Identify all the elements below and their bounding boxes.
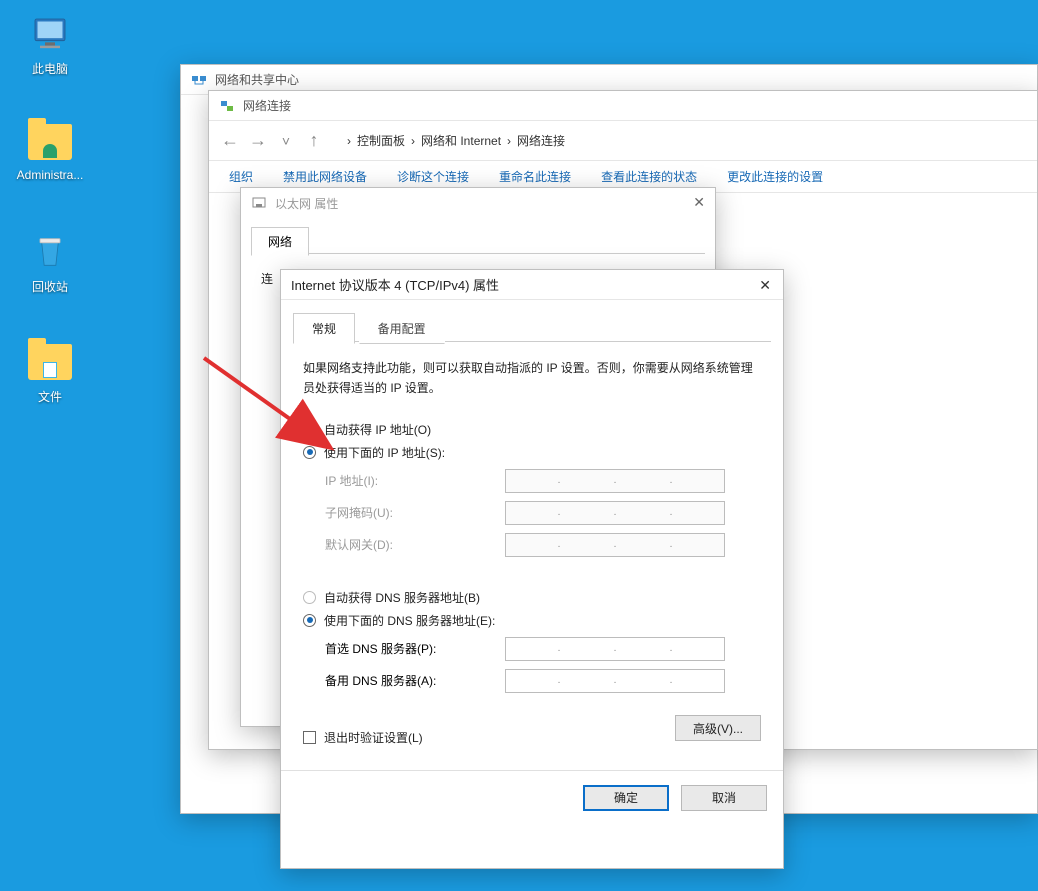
tab-strip: 常规 备用配置 <box>293 312 771 342</box>
breadcrumb-item[interactable]: 网络和 Internet <box>421 132 501 149</box>
pc-icon <box>28 12 72 56</box>
breadcrumb-item[interactable]: 控制面板 <box>357 132 405 149</box>
checkbox-icon <box>303 731 316 744</box>
nav-up-button[interactable]: ↑ <box>301 128 327 154</box>
field-ip-address: IP 地址(I): ... <box>325 469 761 493</box>
radio-icon <box>303 591 316 604</box>
radio-label: 自动获得 IP 地址(O) <box>324 421 431 438</box>
radio-obtain-ip-auto[interactable]: 自动获得 IP 地址(O) <box>303 421 761 438</box>
cancel-button[interactable]: 取消 <box>681 785 767 811</box>
checkbox-validate-on-exit[interactable]: 退出时验证设置(L) <box>303 729 423 746</box>
breadcrumb-sep: › <box>507 134 511 148</box>
breadcrumb[interactable]: › 控制面板 › 网络和 Internet › 网络连接 <box>347 132 565 149</box>
breadcrumb-item[interactable]: 网络连接 <box>517 132 565 149</box>
radio-use-dns-manual[interactable]: 使用下面的 DNS 服务器地址(E): <box>303 612 761 629</box>
titlebar[interactable]: 网络连接 <box>209 91 1037 121</box>
desktop-icon-label: 文件 <box>14 388 86 405</box>
nav-recent-button[interactable]: ˅ <box>273 128 299 154</box>
ip-input[interactable]: ... <box>505 669 725 693</box>
field-alternate-dns: 备用 DNS 服务器(A): ... <box>325 669 761 693</box>
radio-label: 使用下面的 DNS 服务器地址(E): <box>324 612 495 629</box>
radio-label: 使用下面的 IP 地址(S): <box>324 444 445 461</box>
toolbar-diagnose[interactable]: 诊断这个连接 <box>397 168 469 185</box>
field-label: 首选 DNS 服务器(P): <box>325 640 505 657</box>
field-label: 子网掩码(U): <box>325 504 505 521</box>
toolbar-status[interactable]: 查看此连接的状态 <box>601 168 697 185</box>
description-text: 如果网络支持此功能，则可以获取自动指派的 IP 设置。否则，你需要从网络系统管理… <box>303 358 761 399</box>
nav-forward-button[interactable]: → <box>245 128 271 154</box>
ok-button[interactable]: 确定 <box>583 785 669 811</box>
advanced-button[interactable]: 高级(V)... <box>675 715 761 741</box>
radio-icon <box>303 423 316 436</box>
window-title: 网络和共享中心 <box>215 71 299 88</box>
field-label: 默认网关(D): <box>325 536 505 553</box>
desktop-icon-admin[interactable]: Administra... <box>14 120 86 182</box>
radio-icon <box>303 614 316 627</box>
radio-icon <box>303 446 316 459</box>
desktop-icon-files[interactable]: 文件 <box>14 340 86 405</box>
field-default-gateway: 默认网关(D): ... <box>325 533 761 557</box>
window-title: 以太网 属性 <box>275 195 338 212</box>
window-ipv4-properties[interactable]: Internet 协议版本 4 (TCP/IPv4) 属性 ✕ 常规 备用配置 … <box>280 269 784 869</box>
field-label: 备用 DNS 服务器(A): <box>325 672 505 689</box>
desktop-icon-label: 回收站 <box>14 278 86 295</box>
breadcrumb-sep: › <box>411 134 415 148</box>
close-button[interactable]: ✕ <box>693 194 705 211</box>
titlebar[interactable]: Internet 协议版本 4 (TCP/IPv4) 属性 ✕ <box>281 270 783 300</box>
recycle-bin-icon <box>28 230 72 274</box>
desktop-icon-label: Administra... <box>14 168 86 182</box>
ip-input: ... <box>505 533 725 557</box>
network-center-icon <box>191 72 207 88</box>
radio-label: 自动获得 DNS 服务器地址(B) <box>324 589 480 606</box>
radio-use-ip-manual[interactable]: 使用下面的 IP 地址(S): <box>303 444 761 461</box>
ip-input[interactable]: ... <box>505 637 725 661</box>
ethernet-icon <box>251 195 267 211</box>
toolbar-change[interactable]: 更改此连接的设置 <box>727 168 823 185</box>
ip-input: ... <box>505 501 725 525</box>
field-label: IP 地址(I): <box>325 472 505 489</box>
ip-input: ... <box>505 469 725 493</box>
network-connections-icon <box>219 98 235 114</box>
tab-alternate[interactable]: 备用配置 <box>359 313 445 344</box>
folder-icon <box>28 340 72 384</box>
tab-network[interactable]: 网络 <box>251 227 309 256</box>
close-button[interactable]: ✕ <box>759 277 771 294</box>
field-preferred-dns: 首选 DNS 服务器(P): ... <box>325 637 761 661</box>
checkbox-label: 退出时验证设置(L) <box>324 729 423 746</box>
tab-general[interactable]: 常规 <box>293 313 355 344</box>
folder-icon <box>28 120 72 164</box>
tab-strip: 网络 <box>251 226 705 254</box>
desktop-icon-this-pc[interactable]: 此电脑 <box>14 12 86 77</box>
breadcrumb-sep: › <box>347 134 351 148</box>
radio-obtain-dns-auto[interactable]: 自动获得 DNS 服务器地址(B) <box>303 589 761 606</box>
window-title: 网络连接 <box>243 97 291 114</box>
address-bar: ← → ˅ ↑ › 控制面板 › 网络和 Internet › 网络连接 <box>209 121 1037 161</box>
toolbar-organize[interactable]: 组织 <box>229 168 253 185</box>
desktop-icon-recycle[interactable]: 回收站 <box>14 230 86 295</box>
field-subnet-mask: 子网掩码(U): ... <box>325 501 761 525</box>
dialog-footer: 确定 取消 <box>281 770 783 825</box>
toolbar-rename[interactable]: 重命名此连接 <box>499 168 571 185</box>
nav-back-button[interactable]: ← <box>217 128 243 154</box>
desktop-icon-label: 此电脑 <box>14 60 86 77</box>
window-title: Internet 协议版本 4 (TCP/IPv4) 属性 <box>291 275 499 294</box>
titlebar[interactable]: 以太网 属性 ✕ <box>241 188 715 218</box>
toolbar-disable[interactable]: 禁用此网络设备 <box>283 168 367 185</box>
